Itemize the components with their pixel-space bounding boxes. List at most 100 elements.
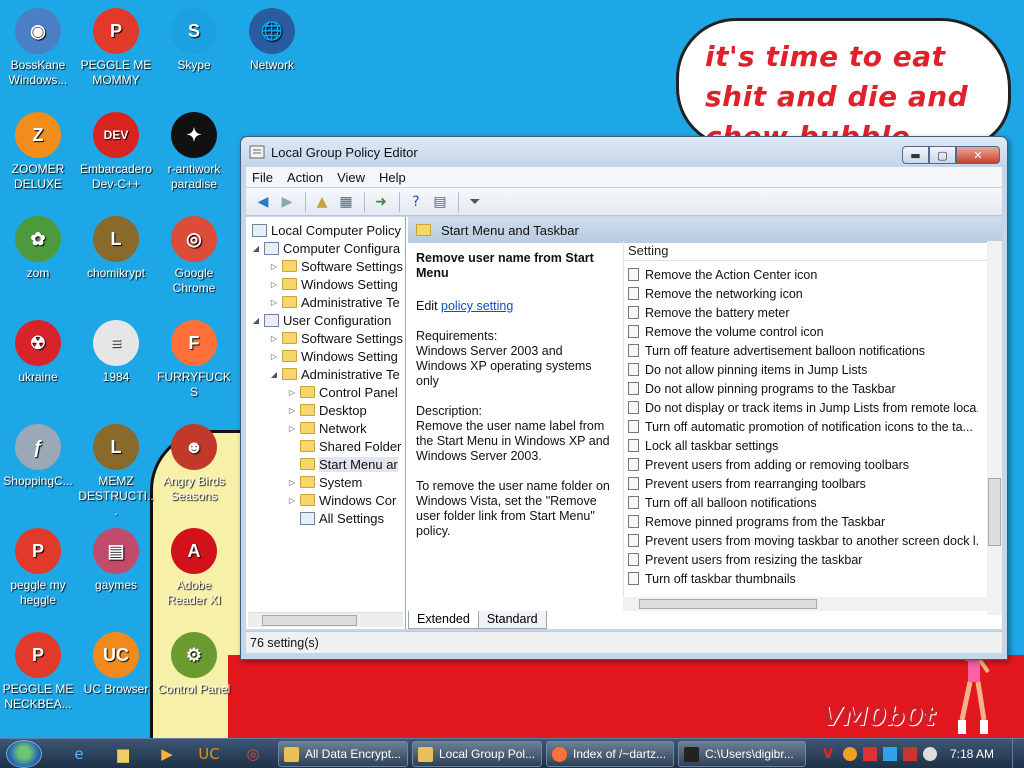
setting-row[interactable]: Remove the networking icon: [628, 284, 978, 303]
expand-icon[interactable]: ▷: [286, 478, 298, 487]
maximize-button[interactable]: ▢: [929, 146, 956, 164]
tree-item-network[interactable]: ▷ Network: [286, 419, 367, 437]
expand-icon[interactable]: ▷: [286, 424, 298, 433]
task-button-2[interactable]: Local Group Pol...: [412, 741, 542, 767]
tree-item-cc-administrative-templates[interactable]: ▷ Administrative Te: [268, 293, 400, 311]
show-hide-tree-icon[interactable]: ▦: [335, 191, 357, 213]
tree-item-desktop[interactable]: ▷ Desktop: [286, 401, 367, 419]
menu-action[interactable]: Action: [287, 170, 323, 185]
tree-item-computer-configuration[interactable]: ◢ Computer Configura: [250, 239, 400, 257]
collapse-icon[interactable]: ◢: [250, 316, 262, 325]
expand-icon[interactable]: ▷: [268, 280, 280, 289]
setting-row[interactable]: Lock all taskbar settings: [628, 436, 978, 455]
desktop-icon[interactable]: DEV Embarcadero Dev-C++: [78, 112, 154, 192]
scrollbar-thumb[interactable]: [639, 599, 817, 609]
setting-row[interactable]: Remove the Action Center icon: [628, 265, 978, 284]
desktop-icon[interactable]: Lchomikrypt: [78, 216, 154, 281]
tray-search-icon[interactable]: [842, 747, 857, 761]
scrollbar-thumb[interactable]: [262, 615, 357, 626]
collapse-icon[interactable]: ◢: [250, 244, 262, 253]
desktop-icon[interactable]: F FURRYFUCKS: [156, 320, 232, 400]
collapse-icon[interactable]: ◢: [268, 370, 280, 379]
desktop-icon[interactable]: Ppeggle my heggle: [0, 528, 76, 608]
tree-item-uc-administrative-templates[interactable]: ◢ Administrative Te: [268, 365, 400, 383]
tab-extended[interactable]: Extended: [408, 611, 479, 629]
task-button-3[interactable]: Index of /~dartz...: [546, 741, 674, 767]
tab-standard[interactable]: Standard: [477, 611, 547, 629]
setting-row[interactable]: Do not allow pinning items in Jump Lists: [628, 360, 978, 379]
tree-item-windows-components[interactable]: ▷ Windows Cor: [286, 491, 396, 509]
desktop-icon[interactable]: P PEGGLE ME NECKBEA...: [0, 632, 76, 712]
task-button-4[interactable]: C:\Users\digibr...: [678, 741, 806, 767]
expand-icon[interactable]: ▷: [286, 496, 298, 505]
desktop-icon[interactable]: ƒ ShoppingC...: [0, 424, 76, 489]
desktop-icon[interactable]: ◎ Google Chrome: [156, 216, 232, 296]
desktop-icon[interactable]: ✦ r-antiwork paradise: [156, 112, 232, 192]
back-icon[interactable]: ◀: [252, 191, 274, 213]
tree-item-shared-folders[interactable]: Shared Folder: [286, 437, 401, 455]
up-folder-icon[interactable]: ▲: [311, 191, 333, 213]
list-horizontal-scrollbar[interactable]: [623, 597, 987, 611]
setting-row[interactable]: Do not allow pinning programs to the Tas…: [628, 379, 978, 398]
expand-icon[interactable]: ▷: [286, 406, 298, 415]
setting-row[interactable]: Prevent users from resizing the taskbar: [628, 550, 978, 569]
setting-row[interactable]: Prevent users from rearranging toolbars: [628, 474, 978, 493]
setting-row[interactable]: Turn off all balloon notifications: [628, 493, 978, 512]
tray-flag-icon[interactable]: [862, 747, 877, 761]
desktop-icon[interactable]: UC UC Browser: [78, 632, 154, 697]
media-player-icon[interactable]: ▶: [154, 743, 180, 765]
setting-row[interactable]: Prevent users from moving taskbar to ano…: [628, 531, 978, 550]
task-button-1[interactable]: All Data Encrypt...: [278, 741, 408, 767]
setting-row[interactable]: Prevent users from adding or removing to…: [628, 455, 978, 474]
internet-explorer-icon[interactable]: e: [66, 743, 92, 765]
expand-icon[interactable]: ▷: [268, 352, 280, 361]
list-vertical-scrollbar[interactable]: [987, 241, 1002, 615]
desktop-icon[interactable]: ✿ zom: [0, 216, 76, 281]
setting-row[interactable]: Do not display or track items in Jump Li…: [628, 398, 978, 417]
window-titlebar[interactable]: Local Group Policy Editor: [241, 137, 1007, 167]
tree-item-system[interactable]: ▷ System: [286, 473, 362, 491]
show-desktop-button[interactable]: [1012, 739, 1024, 768]
filter-icon[interactable]: ⏷: [464, 191, 486, 213]
menu-file[interactable]: File: [252, 170, 273, 185]
tree-item-cc-windows-settings[interactable]: ▷ Windows Setting: [268, 275, 398, 293]
tree-item-uc-software-settings[interactable]: ▷ Software Settings: [268, 329, 403, 347]
desktop-icon[interactable]: ⚙ Control Panel: [156, 632, 232, 697]
forward-icon[interactable]: ▶: [276, 191, 298, 213]
tray-display-icon[interactable]: [902, 747, 917, 761]
export-list-icon[interactable]: ➜: [370, 191, 392, 213]
tray-volume-icon[interactable]: [922, 747, 937, 761]
tree-item-start-menu-taskbar[interactable]: Start Menu ar: [286, 455, 398, 473]
tree-horizontal-scrollbar[interactable]: [248, 612, 403, 627]
expand-icon[interactable]: ▷: [268, 334, 280, 343]
setting-row[interactable]: Turn off taskbar thumbnails: [628, 569, 978, 588]
desktop-icon[interactable]: ☢ ukraine: [0, 320, 76, 385]
expand-icon[interactable]: ▷: [268, 262, 280, 271]
setting-row[interactable]: Turn off automatic promotion of notifica…: [628, 417, 978, 436]
desktop-icon[interactable]: ☻ Angry Birds Seasons: [156, 424, 232, 504]
uc-browser-pin-icon[interactable]: UC: [196, 743, 222, 765]
properties-icon[interactable]: ▤: [429, 191, 451, 213]
setting-row[interactable]: Remove the volume control icon: [628, 322, 978, 341]
clock[interactable]: 7:18 AM: [950, 747, 994, 761]
desktop-icon[interactable]: ▤ gaymes: [78, 528, 154, 593]
desktop-icon[interactable]: L MEMZ DESTRUCTI...: [78, 424, 154, 519]
minimize-button[interactable]: ▬: [902, 146, 929, 164]
desktop-icon[interactable]: A Adobe Reader XI: [156, 528, 232, 608]
tray-network-icon[interactable]: [882, 747, 897, 761]
menu-help[interactable]: Help: [379, 170, 406, 185]
desktop-icon[interactable]: ◉ BossKane Windows...: [0, 8, 76, 88]
chrome-pin-icon[interactable]: ◎: [240, 743, 266, 765]
scrollbar-thumb[interactable]: [988, 478, 1001, 546]
tray-v-icon[interactable]: V: [823, 747, 837, 762]
expand-icon[interactable]: ▷: [286, 388, 298, 397]
file-explorer-icon[interactable]: ▆: [110, 743, 136, 765]
desktop-icon[interactable]: ≡ 1984: [78, 320, 154, 385]
menu-view[interactable]: View: [337, 170, 365, 185]
desktop-icon[interactable]: P PEGGLE ME MOMMY: [78, 8, 154, 88]
desktop-icon[interactable]: 🌐 Network: [234, 8, 310, 73]
policy-setting-link[interactable]: policy setting: [441, 299, 513, 313]
setting-row[interactable]: Remove pinned programs from the Taskbar: [628, 512, 978, 531]
tree-item-uc-windows-settings[interactable]: ▷ Windows Setting: [268, 347, 398, 365]
setting-row[interactable]: Turn off feature advertisement balloon n…: [628, 341, 978, 360]
